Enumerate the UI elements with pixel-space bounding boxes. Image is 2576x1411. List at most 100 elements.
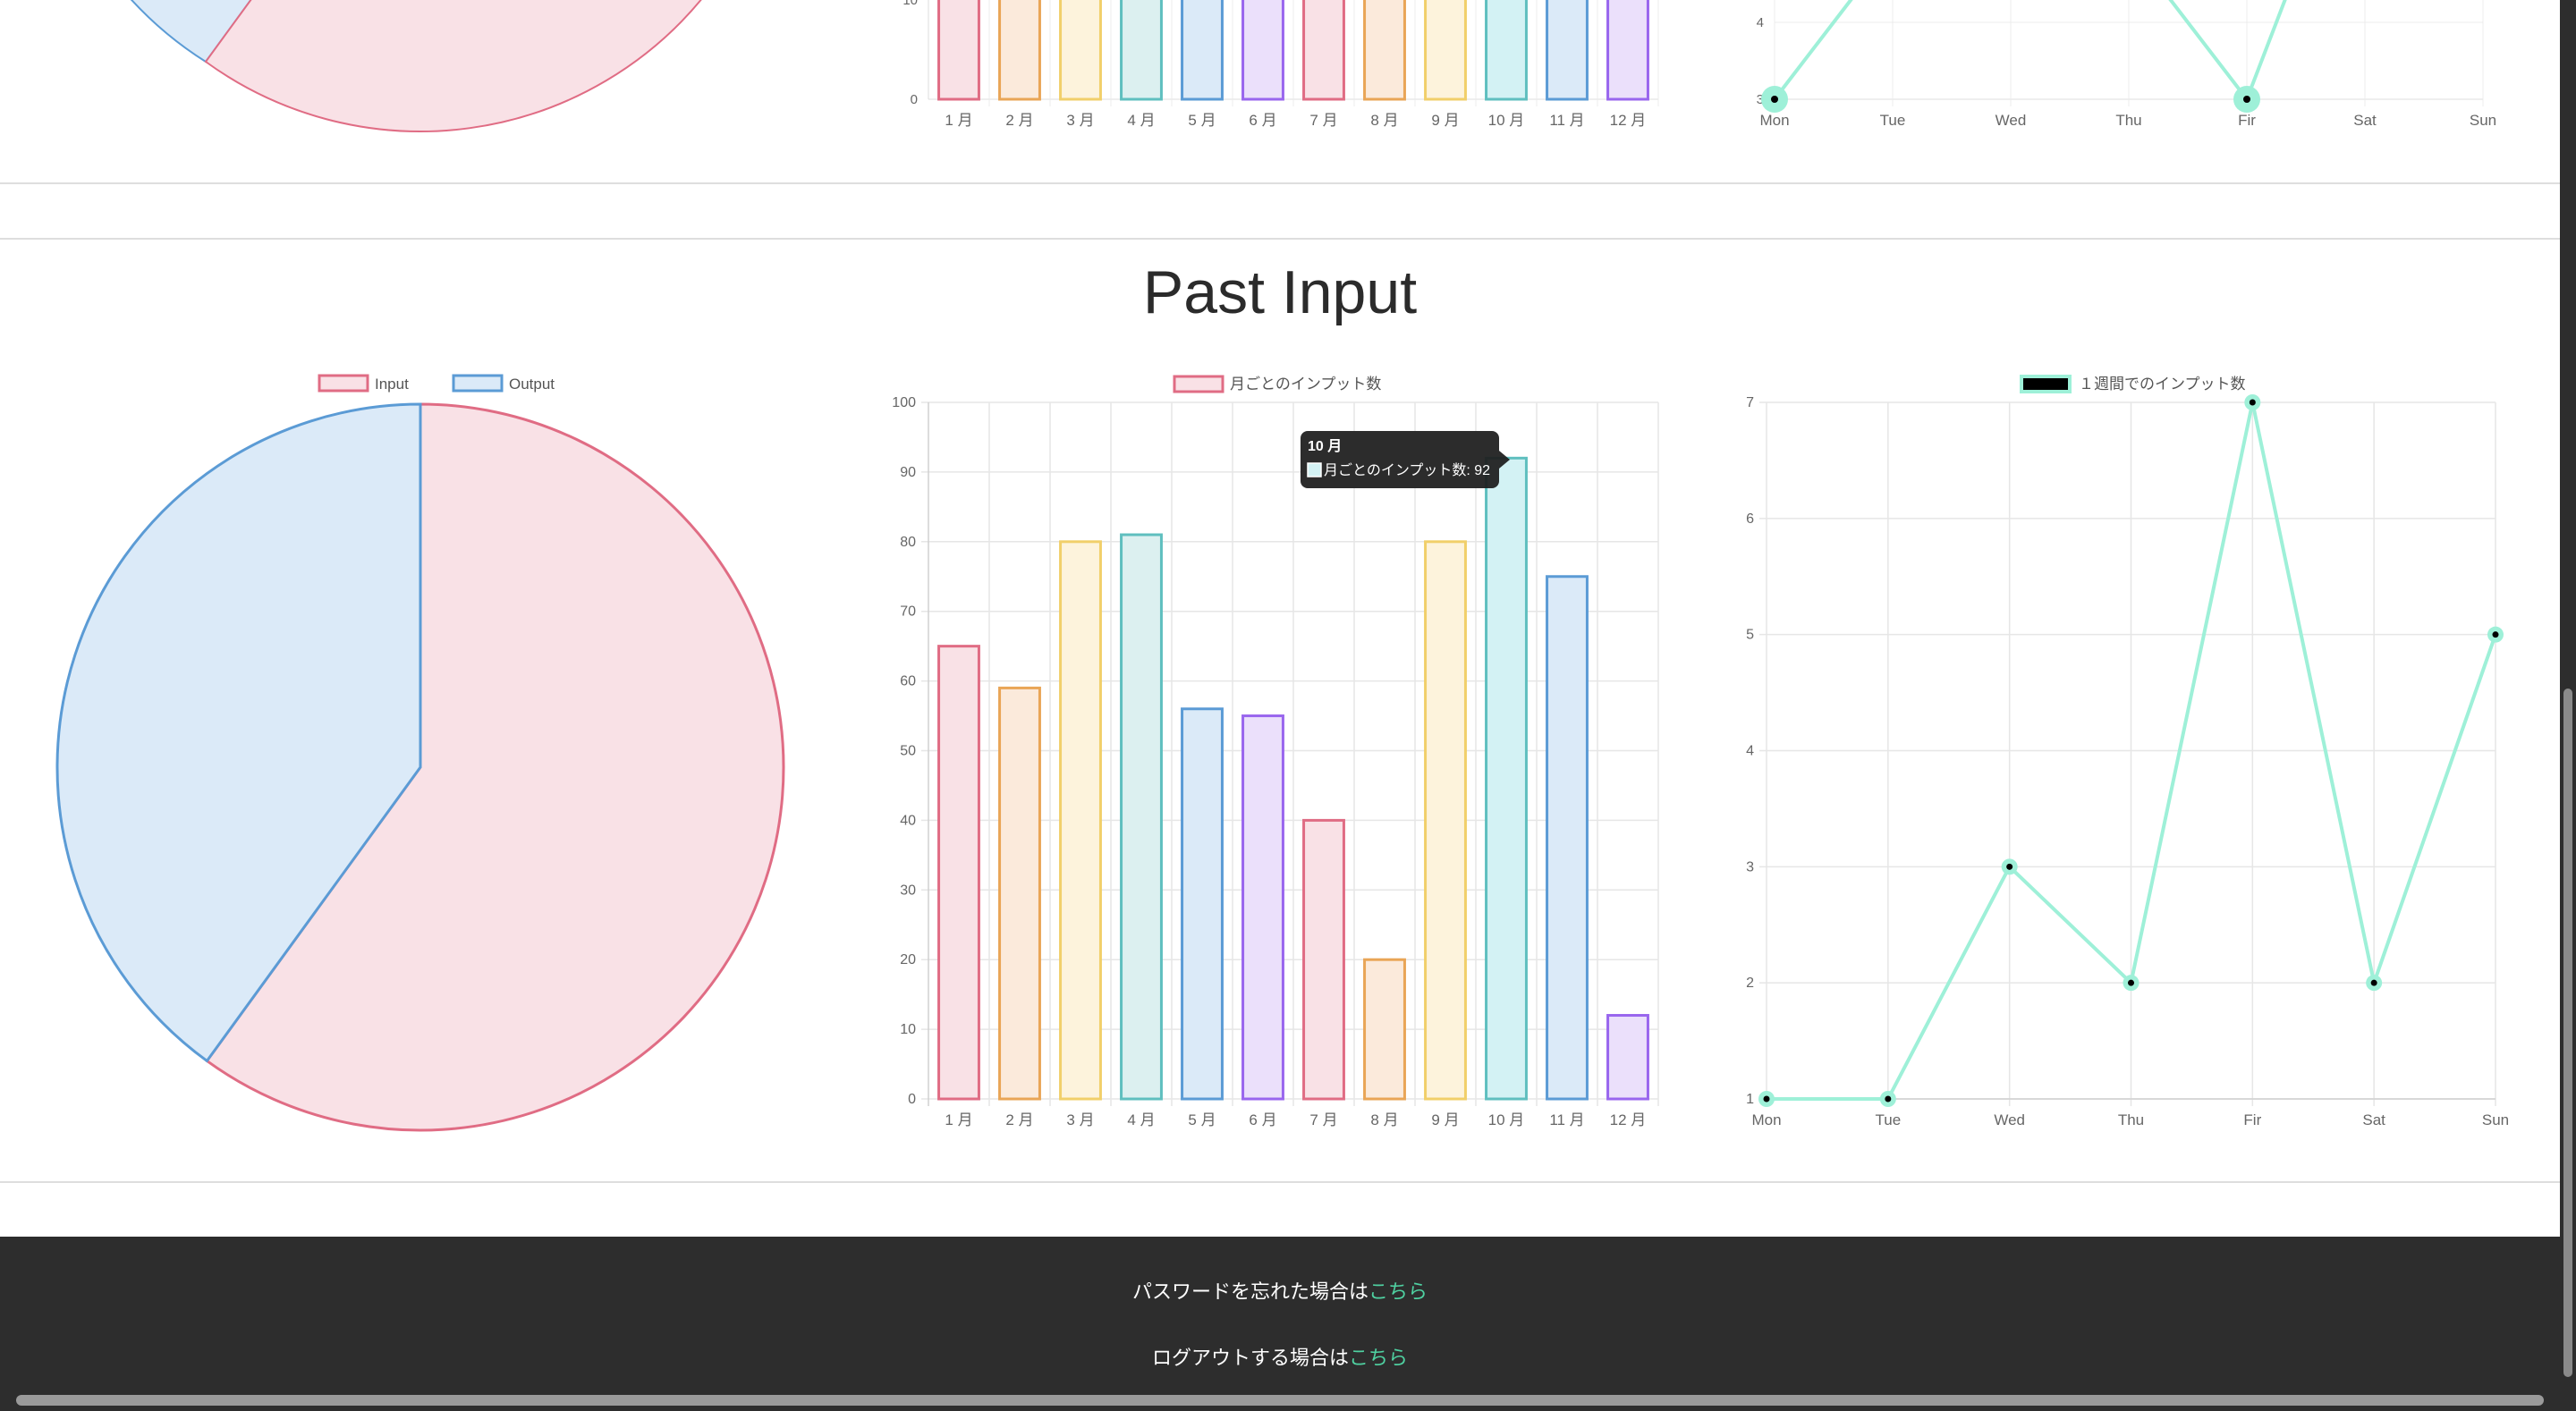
top-line-chart-cropped: 43Mon Tue Wed Thu Fir Sat Sun	[1757, 0, 2496, 129]
forgot-password-link[interactable]: こちら	[1368, 1280, 1428, 1303]
bar-legend-swatch-icon[interactable]	[1173, 375, 1224, 393]
top-bar-bar[interactable]	[1424, 0, 1467, 101]
bar-12[interactable]	[1606, 1014, 1649, 1101]
top-line-xtick: Mon	[1759, 112, 1789, 129]
bar-ytick: 100	[892, 395, 916, 410]
vertical-scrollbar-thumb[interactable]	[2563, 689, 2572, 1377]
divider-top-card-bottom	[0, 182, 2560, 184]
bar-ytick: 30	[900, 883, 916, 898]
bar-ytick: 80	[900, 535, 916, 550]
top-bar-bar[interactable]	[1546, 0, 1589, 101]
top-bar-xtick: 5 月	[1188, 112, 1216, 129]
bar-5[interactable]	[1181, 707, 1224, 1101]
top-bar-bar[interactable]	[937, 0, 980, 101]
line-legend-label: １週間でのインプット数	[2079, 376, 2246, 393]
logout-link[interactable]: こちら	[1349, 1347, 1408, 1369]
bar-ytick: 60	[900, 674, 916, 689]
top-bar-xtick: 11 月	[1549, 112, 1584, 129]
line-point[interactable]	[2128, 979, 2134, 986]
bar-xtick: 6 月	[1249, 1111, 1276, 1128]
bar-ytick: 40	[900, 813, 916, 828]
bar-4[interactable]	[1120, 533, 1163, 1101]
top-bar-xtick: 8 月	[1370, 112, 1398, 129]
top-bar-chart-cropped: 10 0 1 月 2 月 3 月 4 月 5 月 6 月 7 月 8 月 9 月 10 月 11 月 12…	[902, 0, 1659, 129]
line-point[interactable]	[1885, 1095, 1892, 1103]
bar-8[interactable]	[1363, 958, 1406, 1101]
bar-ytick: 10	[900, 1022, 916, 1037]
line-point[interactable]	[2249, 399, 2256, 406]
top-pie-chart-cropped	[130, 0, 707, 132]
line-xtick: Wed	[1994, 1111, 2025, 1128]
line-xtick: Thu	[2118, 1111, 2144, 1128]
top-bar-bar[interactable]	[998, 0, 1041, 101]
bar-xtick: 3 月	[1066, 1111, 1094, 1128]
forgot-password-line: パスワードを忘れた場合はこちら	[0, 1276, 2560, 1305]
bar-2[interactable]	[998, 686, 1041, 1101]
line-xtick: Fir	[2243, 1111, 2261, 1128]
line-point[interactable]	[2370, 979, 2377, 986]
top-bar-bar[interactable]	[1485, 0, 1528, 101]
top-bar-xtick: 4 月	[1127, 112, 1155, 129]
top-bar-ytick: 10	[902, 0, 918, 8]
line-point[interactable]	[2492, 631, 2499, 638]
past-pie-chart: Input Output	[55, 374, 785, 1132]
bar-7[interactable]	[1302, 818, 1345, 1101]
bar-tooltip-label: 月ごとのインプット数: 92	[1324, 462, 1490, 478]
top-bar-bar[interactable]	[1241, 0, 1284, 101]
bar-xtick: 5 月	[1188, 1111, 1216, 1128]
top-bar-bar[interactable]	[1181, 0, 1224, 101]
bar-ytick: 20	[900, 952, 916, 967]
pie-legend-swatch-icon[interactable]	[452, 374, 504, 393]
top-bar-bar[interactable]	[1302, 0, 1345, 101]
pie-legend-label: Output	[509, 376, 555, 393]
bar-xtick: 7 月	[1309, 1111, 1337, 1128]
top-bar-ytick: 0	[911, 92, 918, 107]
top-bar-bar[interactable]	[1606, 0, 1649, 101]
page-title: Past Input	[1142, 258, 1418, 326]
line-xtick: Tue	[1875, 1111, 1901, 1128]
horizontal-scrollbar[interactable]	[16, 1395, 2544, 1406]
top-bar-bar[interactable]	[1363, 0, 1406, 101]
bar-xtick: 9 月	[1431, 1111, 1459, 1128]
bar-xtick: 2 月	[1005, 1111, 1033, 1128]
vertical-scrollbar[interactable]	[2560, 0, 2576, 1411]
bar-ytick: 50	[900, 744, 916, 759]
line-ytick: 4	[1746, 744, 1754, 759]
top-line-point[interactable]	[1771, 96, 1778, 103]
logout-line: ログアウトする場合はこちら	[0, 1342, 2560, 1371]
bar-10[interactable]	[1485, 456, 1528, 1101]
bar-tooltip-title: 10 月	[1308, 438, 1342, 454]
pie-legend-swatch-icon[interactable]	[318, 374, 369, 393]
top-pie-slice-input[interactable]	[204, 0, 707, 132]
top-bar-bar[interactable]	[1059, 0, 1102, 101]
top-line-xtick: Fir	[2238, 112, 2256, 129]
line-ytick: 2	[1746, 976, 1754, 991]
bar-legend-label: 月ごとのインプット数	[1230, 376, 1381, 393]
line-legend-swatch-icon[interactable]	[2020, 375, 2072, 393]
line-point[interactable]	[1763, 1095, 1770, 1103]
line-point[interactable]	[2006, 863, 2013, 870]
pie-legend-label: Input	[375, 376, 409, 393]
forgot-password-text: パスワードを忘れた場合は	[1131, 1280, 1368, 1303]
bar-9[interactable]	[1424, 540, 1467, 1101]
bar-3[interactable]	[1059, 540, 1102, 1101]
bar-6[interactable]	[1241, 714, 1284, 1101]
line-ytick: 3	[1746, 859, 1754, 874]
top-line-point[interactable]	[2243, 96, 2250, 103]
bar-ytick: 90	[900, 465, 916, 480]
top-line-xtick: Wed	[1996, 112, 2027, 129]
bar-1[interactable]	[937, 645, 980, 1101]
line-ytick: 1	[1746, 1092, 1754, 1107]
legend-swatch-icon	[1307, 462, 1322, 477]
top-bar-xtick: 7 月	[1309, 112, 1337, 129]
bar-ytick: 70	[900, 604, 916, 620]
footer: パスワードを忘れた場合はこちら ログアウトする場合はこちら	[0, 1237, 2560, 1411]
top-bar-bar[interactable]	[1120, 0, 1163, 101]
top-bar-xtick: 3 月	[1066, 112, 1094, 129]
top-bar-xtick: 12 月	[1610, 112, 1647, 129]
bar-xtick: 4 月	[1127, 1111, 1155, 1128]
bar-xtick: 1 月	[945, 1111, 972, 1128]
bar-11[interactable]	[1546, 575, 1589, 1101]
past-bar-chart: 月ごとのインプット数 0 10 20 30 40 50 60 70 80 90 100 1 月 2 月 3 …	[892, 375, 1659, 1128]
bar-xtick: 11 月	[1549, 1111, 1584, 1128]
